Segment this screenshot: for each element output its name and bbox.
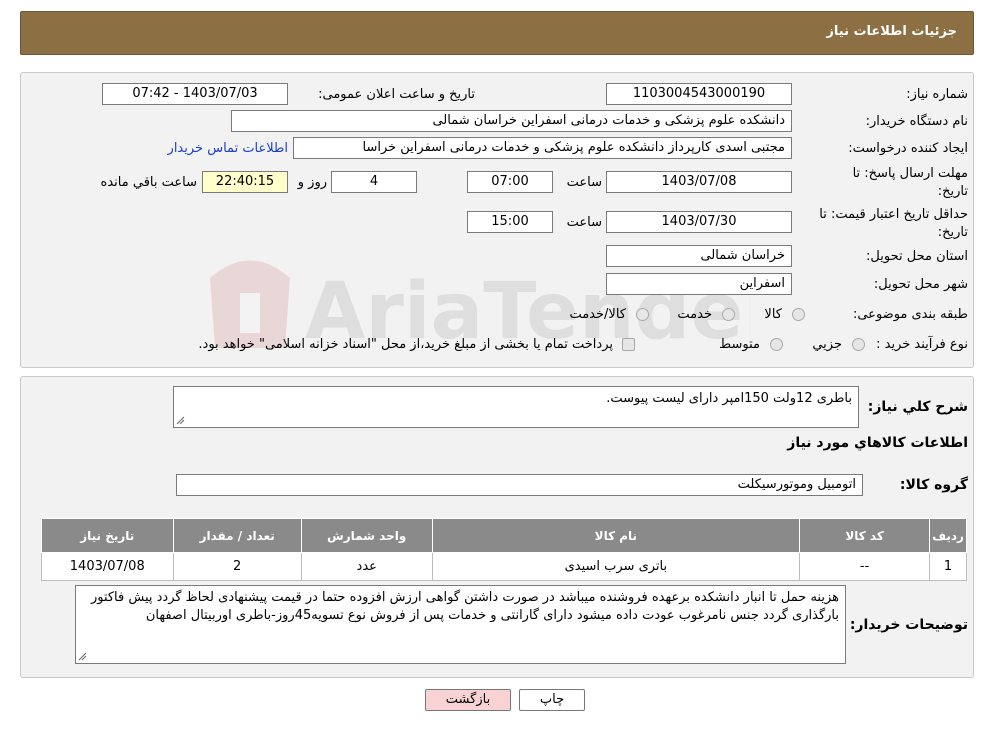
col-row-number: رديف	[929, 518, 967, 553]
category-goods-service-label: کالا/خدمت	[569, 307, 626, 322]
deadline-time-field: 07:00	[467, 171, 553, 193]
buyer-contact-link[interactable]: اطلاعات تماس خریدار	[168, 141, 288, 156]
creator-label: ایجاد کننده درخواست:	[848, 141, 968, 156]
buyer-notes-text: هزینه حمل تا انبار دانشکده برعهده فروشند…	[90, 590, 839, 623]
purchase-type-label: نوع فرآیند خرید :	[876, 337, 968, 352]
col-unit: واحد شمارش	[300, 518, 433, 553]
resize-handle-icon[interactable]	[78, 652, 87, 661]
purchase-medium-label: متوسط	[719, 337, 760, 352]
validity-time-label: ساعت	[566, 215, 602, 230]
validity-label: حداقل تاریخ اعتبار قیمت: تا	[819, 207, 968, 222]
cell-need-date: 1403/07/08	[41, 552, 174, 581]
announce-label: تاریخ و ساعت اعلان عمومی:	[318, 87, 475, 102]
goods-group-label: گروه کالا:	[899, 477, 968, 493]
page-title: جزئیات اطلاعات نیاز	[826, 24, 957, 39]
category-service-radio[interactable]	[722, 308, 735, 321]
category-goods-radio[interactable]	[792, 308, 805, 321]
remaining-time-label: ساعت باقي مانده	[100, 175, 197, 190]
buyer-org-field: دانشکده علوم پزشکی و خدمات درمانی اسفرای…	[231, 110, 792, 132]
buyer-notes-label: توضیحات خریدار:	[849, 617, 968, 633]
col-need-date: تاريخ نياز	[41, 518, 174, 553]
table-row: 1 -- باتری سرب اسیدی عدد 2 1403/07/08	[41, 552, 967, 581]
purchase-minor-radio[interactable]	[852, 338, 865, 351]
page-header: جزئیات اطلاعات نیاز	[20, 11, 974, 55]
cell-quantity: 2	[172, 552, 302, 581]
treasury-payment-note: پرداخت تمام یا بخشی از مبلغ خرید،از محل …	[198, 337, 613, 352]
goods-table: رديف کد کالا نام کالا واحد شمارش تعداد /…	[41, 518, 967, 581]
purchase-medium-radio[interactable]	[770, 338, 783, 351]
need-number-label: شماره نیاز:	[906, 87, 968, 102]
need-number-field: 1103004543000190	[606, 83, 792, 105]
days-label: روز و	[297, 175, 327, 190]
cell-item-name: باتری سرب اسیدی	[431, 552, 801, 581]
cell-item-code: --	[799, 552, 931, 581]
goods-table-header: رديف کد کالا نام کالا واحد شمارش تعداد /…	[41, 518, 967, 553]
goods-info-title: اطلاعات کالاهاي مورد نياز	[787, 435, 968, 451]
summary-label: شرح کلي نياز:	[867, 399, 968, 415]
validity-time-field: 15:00	[467, 211, 553, 233]
announce-field: 1403/07/03 - 07:42	[102, 83, 288, 105]
validity-label-date: تاریخ:	[937, 225, 968, 240]
creator-field: مجتبی اسدی کارپرداز دانشکده علوم پزشکی و…	[293, 137, 792, 159]
treasury-payment-checkbox[interactable]	[622, 338, 635, 351]
deadline-label: مهلت ارسال پاسخ: تا	[852, 166, 968, 181]
province-label: استان محل تحویل:	[866, 249, 968, 264]
remaining-time-field: 22:40:15	[202, 171, 288, 193]
back-button[interactable]: بازگشت	[425, 689, 511, 711]
resize-handle-icon[interactable]	[176, 416, 185, 425]
deadline-label-date: تاریخ:	[937, 184, 968, 199]
col-quantity: تعداد / مقدار	[172, 518, 302, 553]
col-item-name: نام کالا	[431, 518, 801, 553]
col-item-code: کد کالا	[799, 518, 931, 553]
deadline-date-field: 1403/07/08	[606, 171, 792, 193]
province-field: خراسان شمالی	[606, 245, 792, 267]
cell-row-number: 1	[929, 552, 967, 581]
goods-group-field: اتومبیل وموتورسیکلت	[176, 474, 863, 496]
print-button[interactable]: چاپ	[519, 689, 585, 711]
days-remaining-field: 4	[331, 171, 417, 193]
category-service-label: خدمت	[677, 307, 712, 322]
validity-date-field: 1403/07/30	[606, 211, 792, 233]
city-label: شهر محل تحویل:	[873, 277, 968, 292]
cell-unit: عدد	[300, 552, 433, 581]
summary-textarea[interactable]: باطری 12ولت 150امپر دارای لیست پیوست.	[173, 386, 859, 428]
purchase-minor-label: جزيي	[812, 337, 842, 352]
buyer-org-label: نام دستگاه خریدار:	[865, 114, 968, 129]
deadline-time-label: ساعت	[566, 175, 602, 190]
category-label: طبقه بندی موضوعی:	[852, 307, 968, 322]
buyer-notes-textarea[interactable]: هزینه حمل تا انبار دانشکده برعهده فروشند…	[75, 585, 846, 664]
city-field: اسفراین	[606, 273, 792, 295]
summary-text: باطری 12ولت 150امپر دارای لیست پیوست.	[606, 391, 852, 406]
category-goods-service-radio[interactable]	[636, 308, 649, 321]
category-goods-label: کالا	[764, 307, 782, 322]
